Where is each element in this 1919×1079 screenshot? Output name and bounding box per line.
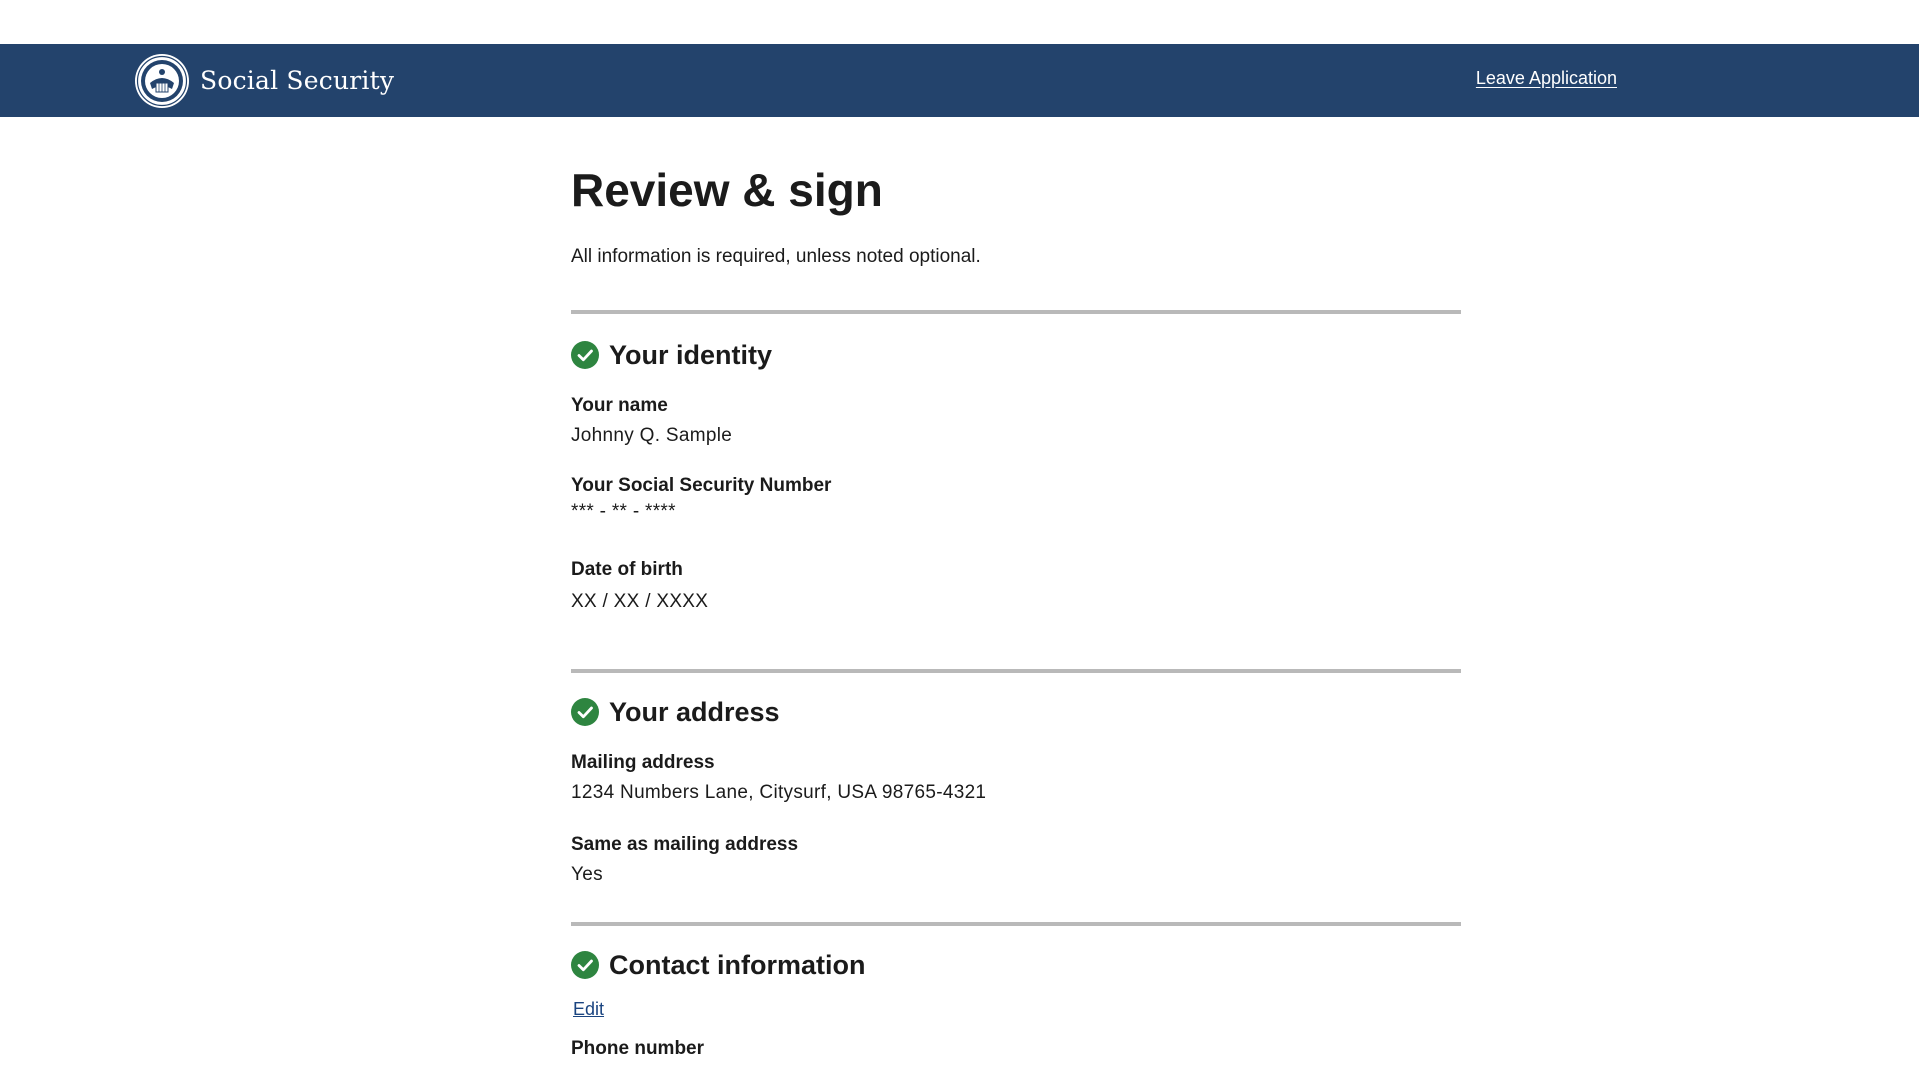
field-mailing-address: Mailing address 1234 Numbers Lane, Citys… <box>571 752 1461 804</box>
leave-application-link[interactable]: Leave Application <box>1476 68 1617 89</box>
field-value: *** - ** - **** <box>571 500 676 522</box>
field-label: Your Social Security Number <box>571 474 832 496</box>
page-title: Review & sign <box>571 164 883 216</box>
field-phone-number: Phone number <box>571 1038 1461 1060</box>
brand-logo[interactable]: Social Security <box>134 52 394 109</box>
field-value: XX / XX / XXXX <box>571 590 709 612</box>
contact-section: Contact information Edit Phone number <box>571 950 1461 1060</box>
field-label: Mailing address <box>571 751 715 773</box>
field-label: Same as mailing address <box>571 833 799 855</box>
section-header: Your address <box>571 697 1461 728</box>
section-divider <box>571 668 1461 673</box>
field-ssn: Your Social Security Number *** - ** - *… <box>571 475 1461 523</box>
review-main: Review & sign All information is require… <box>571 117 1461 1060</box>
field-value: 1234 Numbers Lane, Citysurf, USA 98765-4… <box>571 781 987 803</box>
edit-contact-link[interactable]: Edit <box>573 999 604 1020</box>
brand-name: Social Security <box>200 66 395 95</box>
section-header: Contact information <box>571 950 1461 981</box>
field-value: Johnny Q. Sample <box>571 424 733 446</box>
check-circle-icon <box>571 341 599 370</box>
section-divider <box>571 309 1461 314</box>
field-label: Phone number <box>571 1037 705 1059</box>
check-circle-icon <box>571 698 599 727</box>
field-date-of-birth: Date of birth XX / XX / XXXX <box>571 559 1461 613</box>
ssa-seal-icon <box>135 53 189 108</box>
intro-text: All information is required, unless note… <box>571 245 981 267</box>
field-label: Your name <box>571 394 668 416</box>
identity-section: Your identity Your name Johnny Q. Sample… <box>571 340 1461 613</box>
section-title-address: Your address <box>609 696 780 727</box>
field-value: Yes <box>571 863 603 885</box>
field-same-as-mailing: Same as mailing address Yes <box>571 834 1461 886</box>
address-section: Your address Mailing address 1234 Number… <box>571 697 1461 886</box>
section-header: Your identity <box>571 340 1461 371</box>
section-title-contact: Contact information <box>609 949 866 980</box>
section-title-identity: Your identity <box>609 339 773 370</box>
field-label: Date of birth <box>571 558 683 580</box>
check-circle-icon <box>571 951 599 980</box>
site-header: Social Security Leave Application <box>0 44 1919 117</box>
section-divider <box>571 921 1461 926</box>
field-your-name: Your name Johnny Q. Sample <box>571 395 1461 447</box>
